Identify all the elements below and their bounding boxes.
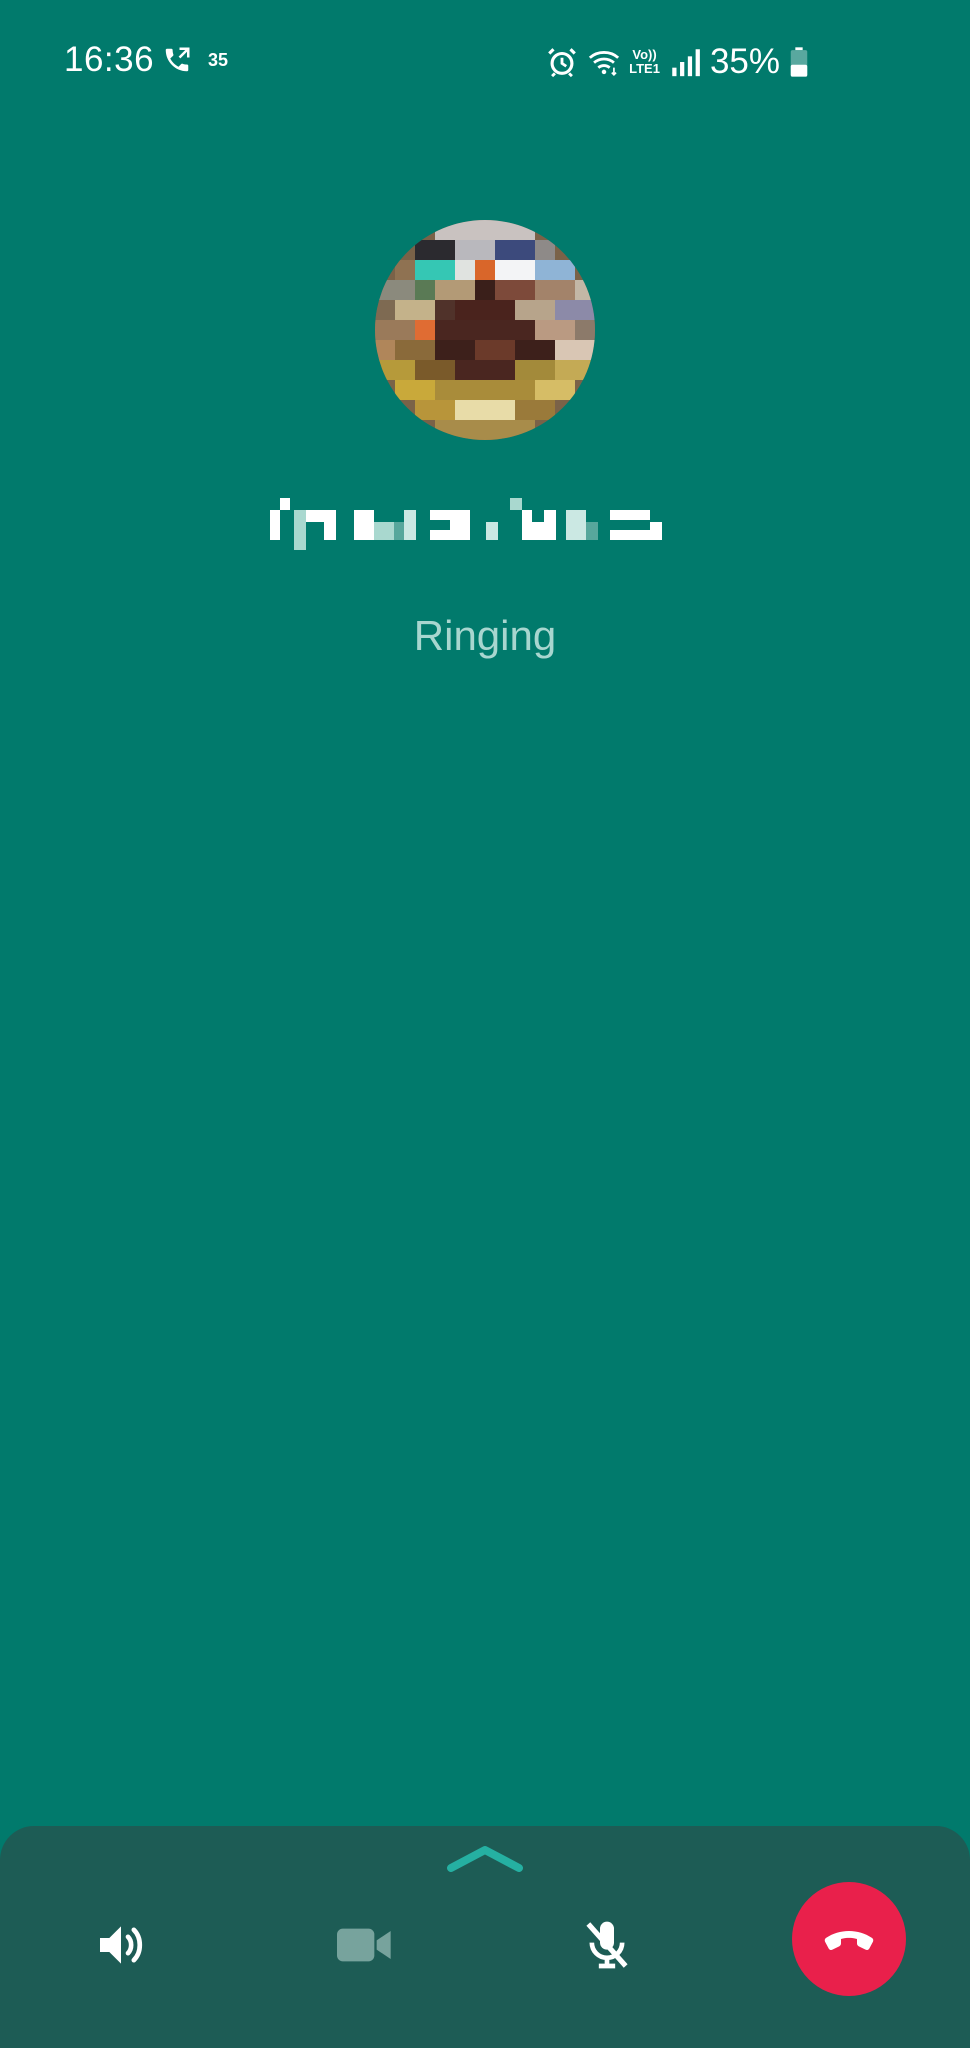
- contact-name-redacted: [270, 498, 662, 550]
- wifi-icon: [588, 51, 620, 76]
- outgoing-call-icon: [165, 47, 190, 72]
- contact-avatar: [375, 220, 595, 440]
- volte-label-bottom: LTE1: [629, 61, 660, 76]
- video-button[interactable]: [320, 1900, 410, 1990]
- mute-button[interactable]: [562, 1900, 652, 1990]
- chevron-up-icon[interactable]: [445, 1840, 525, 1876]
- contact-name: [0, 498, 970, 558]
- speaker-icon: [100, 1926, 143, 1964]
- signal-icon: [672, 49, 700, 77]
- alarm-icon: [548, 48, 576, 78]
- status-icons: Vo)) LTE1 35%: [545, 40, 810, 84]
- video-camera-icon: [337, 1928, 391, 1962]
- status-time: 16:36: [64, 40, 155, 79]
- mic-off-icon: [586, 1921, 628, 1969]
- notification-badge: 35: [208, 50, 229, 70]
- volte-icon: Vo)) LTE1: [629, 48, 660, 76]
- speaker-button[interactable]: [76, 1900, 166, 1990]
- call-status: Ringing: [413, 612, 557, 659]
- end-call-button[interactable]: [792, 1882, 906, 1996]
- battery-icon: [790, 47, 808, 77]
- end-call-icon: [824, 1931, 874, 1951]
- battery-percent: 35%: [709, 42, 780, 81]
- status-bar: 16:36 35 Vo)) LTE1 35%: [0, 0, 970, 120]
- volte-label-top: Vo)): [632, 47, 657, 62]
